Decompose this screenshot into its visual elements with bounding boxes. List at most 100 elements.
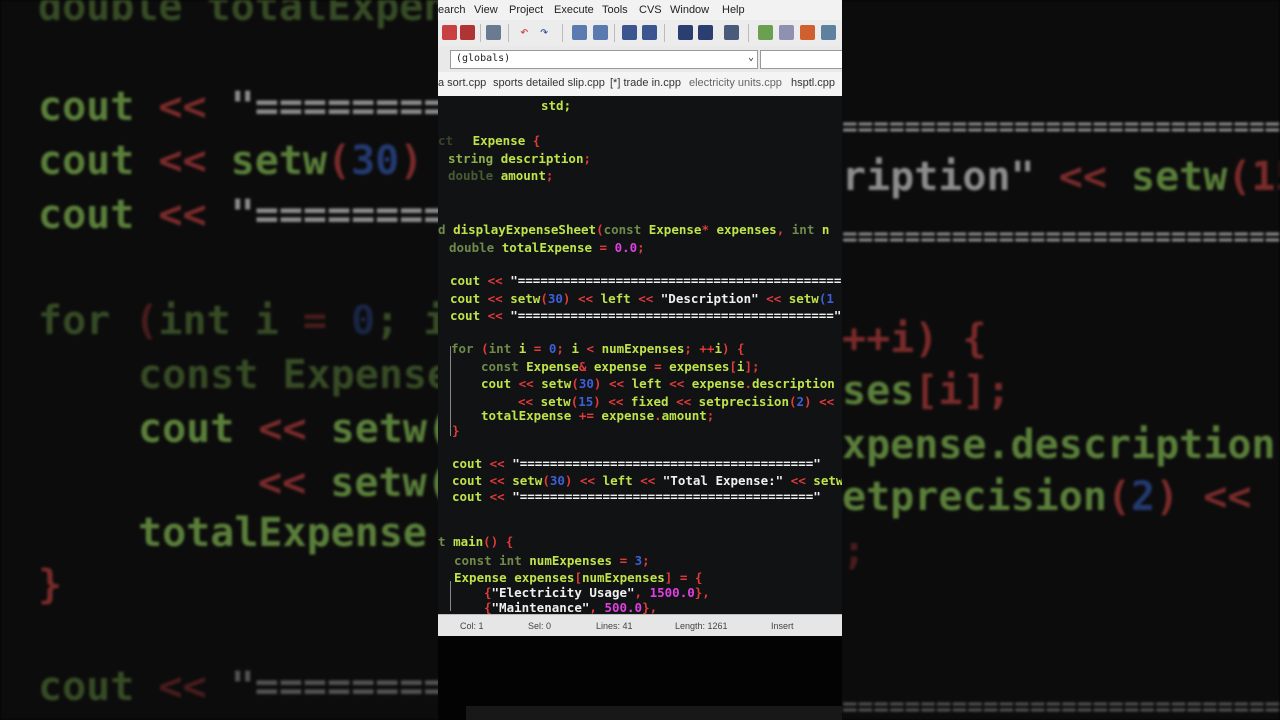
code-token: description <box>752 376 835 391</box>
code-line: std; <box>541 98 571 113</box>
code-token: setw <box>540 394 571 409</box>
code-token: amount <box>500 168 546 183</box>
code-token: int <box>499 553 530 568</box>
print-icon[interactable] <box>486 25 501 40</box>
bg-token: cout <box>38 84 159 130</box>
code-token: totalExpense <box>481 408 572 423</box>
code-editor[interactable]: std; ct Expense { string description; do… <box>438 96 842 614</box>
bg-token: setw <box>1131 154 1228 200</box>
bg-token: ++i <box>842 316 915 362</box>
code-line: for (int i = 0; i < numExpenses; ++i) { <box>451 341 745 356</box>
code-token: left <box>600 291 639 306</box>
code-token: setw <box>813 473 842 488</box>
replace-icon[interactable] <box>593 25 608 40</box>
class-browser-icon[interactable] <box>800 25 815 40</box>
code-token: Expense <box>526 359 579 374</box>
code-token: 30 <box>547 291 563 306</box>
bg-token: 30 <box>351 138 400 184</box>
indent-icon[interactable] <box>622 25 637 40</box>
code-token: expenses <box>514 570 575 585</box>
menu-search[interactable]: earch <box>438 4 466 16</box>
bg-code-line: cout << "======== <box>38 80 447 134</box>
code-token: 15 <box>578 394 594 409</box>
menu-help[interactable]: Help <box>722 4 745 16</box>
code-token: 500.0 <box>604 600 643 614</box>
code-token: 30 <box>578 376 594 391</box>
globals-selector[interactable]: (globals) ⌄ <box>450 50 758 69</box>
bg-code-line: ses[i]; <box>842 364 1011 418</box>
find-icon[interactable] <box>572 25 587 40</box>
bg-code-line: etprecision(2) << <box>842 470 1251 524</box>
new-project-icon[interactable] <box>758 25 773 40</box>
menu-tools[interactable]: Tools <box>602 4 628 16</box>
menu-execute[interactable]: Execute <box>554 4 594 16</box>
menu-window[interactable]: Window <box>670 4 709 16</box>
bg-code-line: const Expense <box>138 348 451 402</box>
bg-token: cout <box>138 406 259 452</box>
member-selector[interactable] <box>760 50 842 69</box>
bg-token: cout <box>38 192 159 238</box>
code-token: << <box>676 394 699 409</box>
bg-token: << <box>1058 154 1131 200</box>
tab-sports-detailed-slip[interactable]: sports detailed slip.cpp <box>493 77 605 89</box>
fold-guide <box>450 581 451 611</box>
unindent-icon[interactable] <box>642 25 657 40</box>
code-token: << <box>518 394 541 409</box>
code-line: double amount; <box>448 168 553 183</box>
bg-token: totalExpens <box>206 0 472 30</box>
code-token: left <box>602 473 641 488</box>
code-token: "=======================================… <box>512 456 821 471</box>
code-token: () { <box>483 534 514 549</box>
code-token: setw <box>510 291 541 306</box>
file-tabs: a sort.cpp sports detailed slip.cpp [*] … <box>438 72 842 97</box>
code-token: totalExpense <box>501 240 592 255</box>
code-token: << <box>640 473 663 488</box>
redo-icon[interactable]: ↷ <box>540 25 555 40</box>
undo-icon[interactable]: ↶ <box>520 25 535 40</box>
tab-electricity-units[interactable]: electricity units.cpp <box>689 77 782 89</box>
code-token: < <box>578 341 602 356</box>
code-token: [ <box>729 359 737 374</box>
layout-icon[interactable] <box>821 25 836 40</box>
code-token: << <box>487 291 511 306</box>
menu-project[interactable]: Project <box>509 4 543 16</box>
bg-code-line: cout << setw( <box>138 402 451 456</box>
menu-cvs[interactable]: CVS <box>639 4 662 16</box>
status-sel: Sel: 0 <box>528 621 552 631</box>
bookmark-forward-icon[interactable] <box>698 25 713 40</box>
code-token: expenses <box>669 359 730 374</box>
close-file-icon[interactable] <box>442 25 457 40</box>
code-token: fixed <box>630 394 677 409</box>
goto-icon[interactable] <box>724 25 739 40</box>
code-token: 2 <box>796 394 805 409</box>
bg-token: ================================= <box>842 222 1280 252</box>
tab-sort[interactable]: a sort.cpp <box>438 77 486 89</box>
code-token: ( <box>481 341 489 356</box>
menu-bar: earch View Project Execute Tools CVS Win… <box>438 0 842 20</box>
desk-edge <box>466 706 842 720</box>
code-token: cout <box>481 376 519 391</box>
menu-view[interactable]: View <box>474 4 498 16</box>
chevron-down-icon[interactable]: ⌄ <box>748 52 754 63</box>
code-line: cout << setw(30) << left << "Description… <box>450 291 834 306</box>
bg-token: double <box>38 0 207 30</box>
code-token: i <box>571 341 579 356</box>
bg-token: ) << <box>1155 474 1252 520</box>
bg-token: ( <box>1106 474 1131 520</box>
code-token: "=======================================… <box>510 308 842 323</box>
tab-trade-in[interactable]: [*] trade in.cpp <box>610 77 681 89</box>
toolbar-separator <box>562 24 563 42</box>
code-token: ) <box>562 291 578 306</box>
code-token: "Description" <box>660 291 767 306</box>
close-all-icon[interactable] <box>460 25 475 40</box>
code-token: << <box>608 376 632 391</box>
code-token: main <box>453 534 484 549</box>
bookmark-back-icon[interactable] <box>678 25 693 40</box>
code-token: ) <box>593 376 609 391</box>
bg-token: etprecision <box>842 474 1107 520</box>
tab-hsptl[interactable]: hsptl.cpp <box>791 77 835 89</box>
view-icon[interactable] <box>779 25 794 40</box>
bg-token: << <box>158 138 231 184</box>
code-token: ( <box>596 222 604 237</box>
code-token: ct <box>438 133 461 148</box>
